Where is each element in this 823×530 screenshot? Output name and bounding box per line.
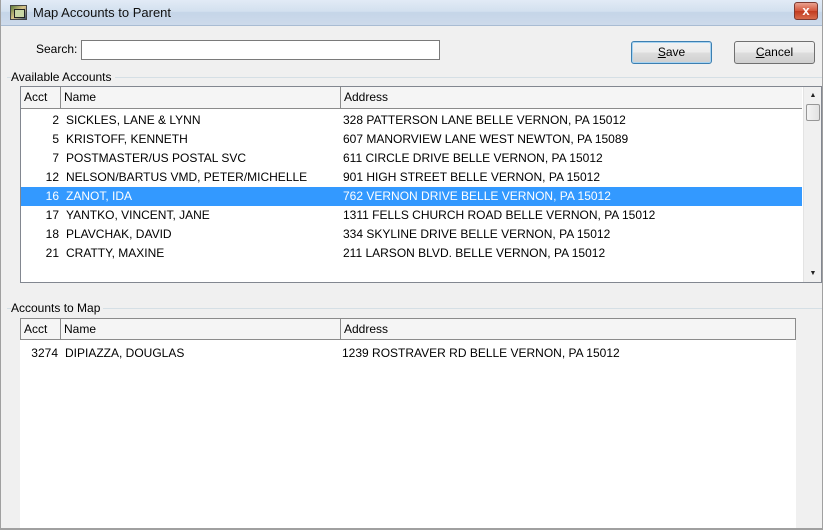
save-mnemonic: S [657,45,666,59]
column-header-address[interactable]: Address [341,319,795,340]
table-row-selected[interactable]: 16 ZANOT, IDA 762 VERNON DRIVE BELLE VER… [21,187,802,206]
cell-acct: 16 [45,189,59,203]
list-header: Acct Name Address [21,87,802,109]
cell-acct: 7 [52,151,59,165]
cancel-label: ancel [764,45,794,59]
cell-name: POSTMASTER/US POSTAL SVC [66,151,247,165]
column-header-address[interactable]: Address [341,87,802,108]
cell-name: KRISTOFF, KENNETH [66,132,188,146]
list-header: Acct Name Address [20,318,796,340]
cell-address: 1239 ROSTRAVER RD BELLE VERNON, PA 15012 [342,346,620,360]
cell-name: CRATTY, MAXINE [66,246,165,260]
save-button[interactable]: Save [631,41,712,64]
search-label: Search: [36,42,78,56]
cell-name: ZANOT, IDA [66,189,133,203]
cell-acct: 2 [52,113,59,127]
cell-address: 334 SKYLINE DRIVE BELLE VERNON, PA 15012 [343,227,611,241]
close-button[interactable]: x [794,2,818,20]
cell-address: 611 CIRCLE DRIVE BELLE VERNON, PA 15012 [343,151,603,165]
group-divider [7,77,822,78]
cancel-button[interactable]: Cancel [734,41,815,64]
cell-address: 607 MANORVIEW LANE WEST NEWTON, PA 15089 [343,132,629,146]
cell-acct: 5 [52,132,59,146]
table-row[interactable]: 18 PLAVCHAK, DAVID 334 SKYLINE DRIVE BEL… [21,225,802,244]
scroll-up-arrow-icon[interactable]: ▲ [804,87,822,104]
column-header-name[interactable]: Name [61,87,341,108]
cell-address: 762 VERNON DRIVE BELLE VERNON, PA 15012 [343,189,611,203]
cell-address: 1311 FELLS CHURCH ROAD BELLE VERNON, PA … [343,208,656,222]
column-header-name[interactable]: Name [61,319,341,340]
cell-name: DIPIAZZA, DOUGLAS [65,346,185,360]
available-accounts-label: Available Accounts [11,70,115,84]
cell-name: YANTKO, VINCENT, JANE [66,208,210,222]
group-divider [7,308,822,309]
table-row[interactable]: 5 KRISTOFF, KENNETH 607 MANORVIEW LANE W… [21,130,802,149]
cell-acct: 18 [45,227,59,241]
cell-acct: 12 [45,170,59,184]
table-row[interactable]: 12 NELSON/BARTUS VMD, PETER/MICHELLE 901… [21,168,802,187]
cell-acct: 17 [45,208,59,222]
cell-address: 901 HIGH STREET BELLE VERNON, PA 15012 [343,170,601,184]
accounts-to-map-list[interactable]: Acct Name Address 3274 DIPIAZZA, DOUGLAS… [20,318,796,528]
app-icon [10,5,27,20]
available-accounts-list[interactable]: Acct Name Address 2 SICKLES, LANE & LYNN… [20,86,822,283]
dialog-window: Map Accounts to Parent x Search: Save Ca… [0,0,823,530]
search-input[interactable] [81,40,440,60]
table-row[interactable]: 2 SICKLES, LANE & LYNN 328 PATTERSON LAN… [21,111,802,130]
scrollbar-thumb[interactable] [806,104,820,121]
title-bar[interactable]: Map Accounts to Parent x [1,0,822,26]
column-header-acct[interactable]: Acct [21,319,61,340]
table-row[interactable]: 3274 DIPIAZZA, DOUGLAS 1239 ROSTRAVER RD… [20,344,796,363]
accounts-to-map-label: Accounts to Map [11,301,104,315]
cell-name: SICKLES, LANE & LYNN [66,113,201,127]
cell-address: 328 PATTERSON LANE BELLE VERNON, PA 1501… [343,113,626,127]
cell-address: 211 LARSON BLVD. BELLE VERNON, PA 15012 [343,246,606,260]
cell-acct: 3274 [31,346,58,360]
cell-name: PLAVCHAK, DAVID [66,227,172,241]
table-row[interactable]: 17 YANTKO, VINCENT, JANE 1311 FELLS CHUR… [21,206,802,225]
cell-acct: 21 [45,246,59,260]
cell-name: NELSON/BARTUS VMD, PETER/MICHELLE [66,170,308,184]
vertical-scrollbar[interactable]: ▲ ▼ [803,87,821,282]
table-row[interactable]: 7 POSTMASTER/US POSTAL SVC 611 CIRCLE DR… [21,149,802,168]
column-header-acct[interactable]: Acct [21,87,61,108]
window-title: Map Accounts to Parent [33,5,172,20]
save-label: ave [665,45,686,59]
table-row[interactable]: 21 CRATTY, MAXINE 211 LARSON BLVD. BELLE… [21,244,802,263]
scroll-down-arrow-icon[interactable]: ▼ [804,265,822,282]
